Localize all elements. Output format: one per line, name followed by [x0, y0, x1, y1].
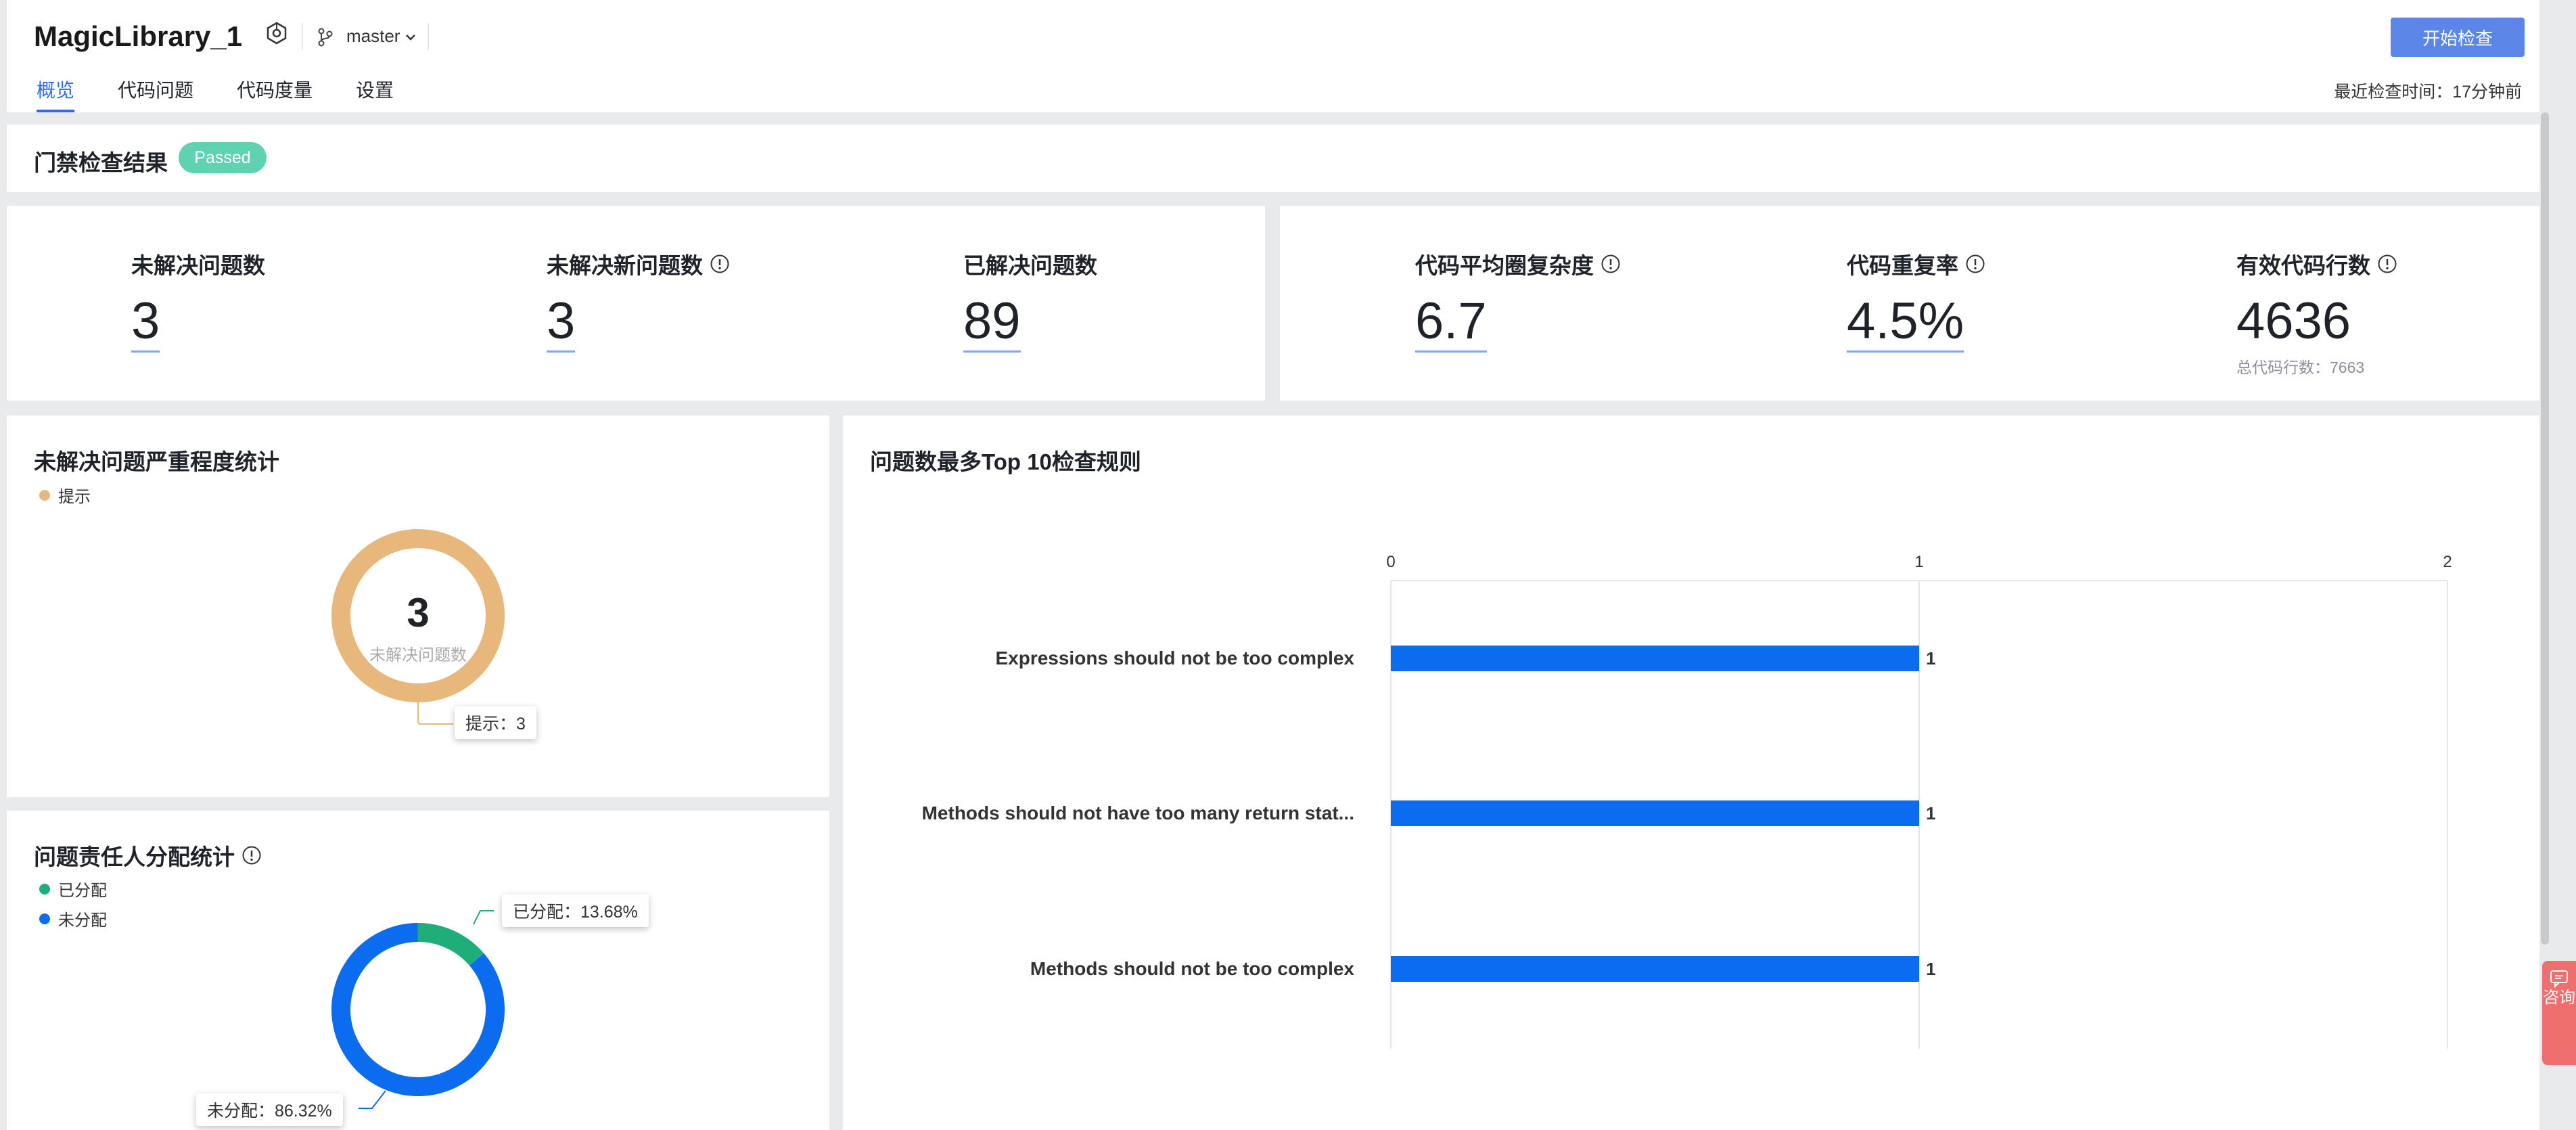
x-tick-label: 2 [2443, 553, 2452, 571]
donut-tooltip-assigned: 已分配：13.68% [502, 895, 649, 927]
metric-label: 代码重复率 [1847, 253, 1958, 278]
metric-unresolved: 未解决问题数 3 [131, 248, 265, 353]
consult-button[interactable]: 咨询 [2542, 961, 2576, 1065]
metric-value[interactable]: 3 [131, 292, 160, 353]
chevron-down-icon[interactable] [405, 31, 417, 43]
donut-center-value: 3 [407, 590, 429, 635]
metric-unresolved-new: 未解决新问题数 3 [547, 248, 730, 353]
metric-label: 未解决新问题数 [547, 253, 703, 278]
chat-icon [2550, 970, 2568, 988]
metric-label: 有效代码行数 [2236, 253, 2370, 278]
tab-settings[interactable]: 设置 [356, 76, 394, 112]
assignment-card: 问题责任人分配统计 已分配 未分配 已分配：13.68% 未分配：86.32% [7, 811, 829, 1130]
metric-complexity: 代码平均圈复杂度 6.7 [1415, 248, 1621, 353]
bar-value-label: 1 [1926, 803, 1935, 823]
consult-label: 咨询 [2543, 989, 2575, 1007]
tab-code-issues[interactable]: 代码问题 [118, 76, 193, 112]
metric-value: 4636 [2236, 292, 2351, 350]
metric-duplication: 代码重复率 4.5% [1847, 248, 1985, 353]
donut-slice[interactable] [417, 923, 484, 966]
bar-value-label: 1 [1926, 648, 1935, 669]
severity-donut-chart: 3 未解决问题数 [331, 529, 505, 725]
repo-title: MagicLibrary_1 [34, 20, 243, 52]
assignment-donut-chart [331, 910, 505, 1109]
metric-value[interactable]: 6.7 [1415, 292, 1487, 353]
x-tick-label: 0 [1386, 553, 1395, 571]
gate-result-card: 门禁检查结果 Passed [7, 125, 2539, 192]
metric-value[interactable]: 89 [963, 292, 1021, 353]
category-label: Methods should not be too complex [1030, 958, 1355, 979]
metric-label: 代码平均圈复杂度 [1415, 253, 1594, 278]
info-icon[interactable] [1965, 254, 1985, 274]
repo-settings-icon[interactable] [265, 22, 288, 45]
tab-bar: 概览 代码问题 代码度量 设置 [37, 76, 437, 112]
metric-loc: 有效代码行数 4636 总代码行数：7663 [2236, 248, 2397, 378]
bar[interactable] [1391, 646, 1919, 671]
divider [428, 23, 429, 50]
category-label: Expressions should not be too complex [995, 648, 1354, 669]
branch-icon [318, 28, 333, 47]
top10-bar-chart: 0 1 2 Expressions should not be too complex… [922, 553, 2452, 1049]
start-check-button[interactable]: 开始检查 [2391, 18, 2525, 57]
metric-label: 已解决问题数 [963, 253, 1097, 278]
metric-value[interactable]: 4.5% [1847, 292, 1964, 353]
metric-label: 未解决问题数 [131, 253, 265, 278]
severity-card: 未解决问题严重程度统计 提示 3 未解决问题数 提示：3 [7, 415, 829, 797]
bar-value-label: 1 [1926, 959, 1935, 979]
divider [302, 23, 303, 50]
info-icon[interactable] [1601, 254, 1621, 274]
donut-tooltip-unassigned: 未分配：86.32% [196, 1093, 343, 1126]
status-badge: Passed [179, 142, 267, 173]
code-metrics-card: 代码平均圈复杂度 6.7 代码重复率 4.5% 有效代码行数 4636 总代码行… [1280, 206, 2539, 401]
info-icon[interactable] [2377, 254, 2397, 274]
bar[interactable] [1391, 800, 1919, 826]
top10-rules-card: 问题数最多Top 10检查规则 0 1 2 Expressions should no… [843, 415, 2539, 1130]
branch-selector[interactable]: master [346, 26, 400, 47]
donut-tooltip: 提示：3 [455, 706, 536, 739]
page-scrollbar[interactable] [2541, 112, 2549, 945]
category-label: Methods should not have too many return … [922, 803, 1354, 823]
header: MagicLibrary_1 master 概览 代码问题 代码度量 设置 开始… [7, 0, 2539, 112]
metric-subtext: 总代码行数：7663 [2236, 359, 2365, 376]
metric-value[interactable]: 3 [547, 292, 576, 353]
gate-title: 门禁检查结果 [34, 150, 168, 175]
tab-code-metrics[interactable]: 代码度量 [237, 76, 313, 112]
issue-metrics-card: 未解决问题数 3 未解决新问题数 3 已解决问题数 89 [7, 206, 1265, 401]
bar[interactable] [1391, 956, 1919, 982]
tab-overview[interactable]: 概览 [37, 76, 75, 112]
last-check-time: 最近检查时间：17分钟前 [2334, 83, 2522, 101]
metric-resolved: 已解决问题数 89 [963, 248, 1097, 353]
x-tick-label: 1 [1914, 553, 1923, 571]
info-icon[interactable] [710, 254, 730, 274]
donut-center-label: 未解决问题数 [369, 646, 467, 664]
